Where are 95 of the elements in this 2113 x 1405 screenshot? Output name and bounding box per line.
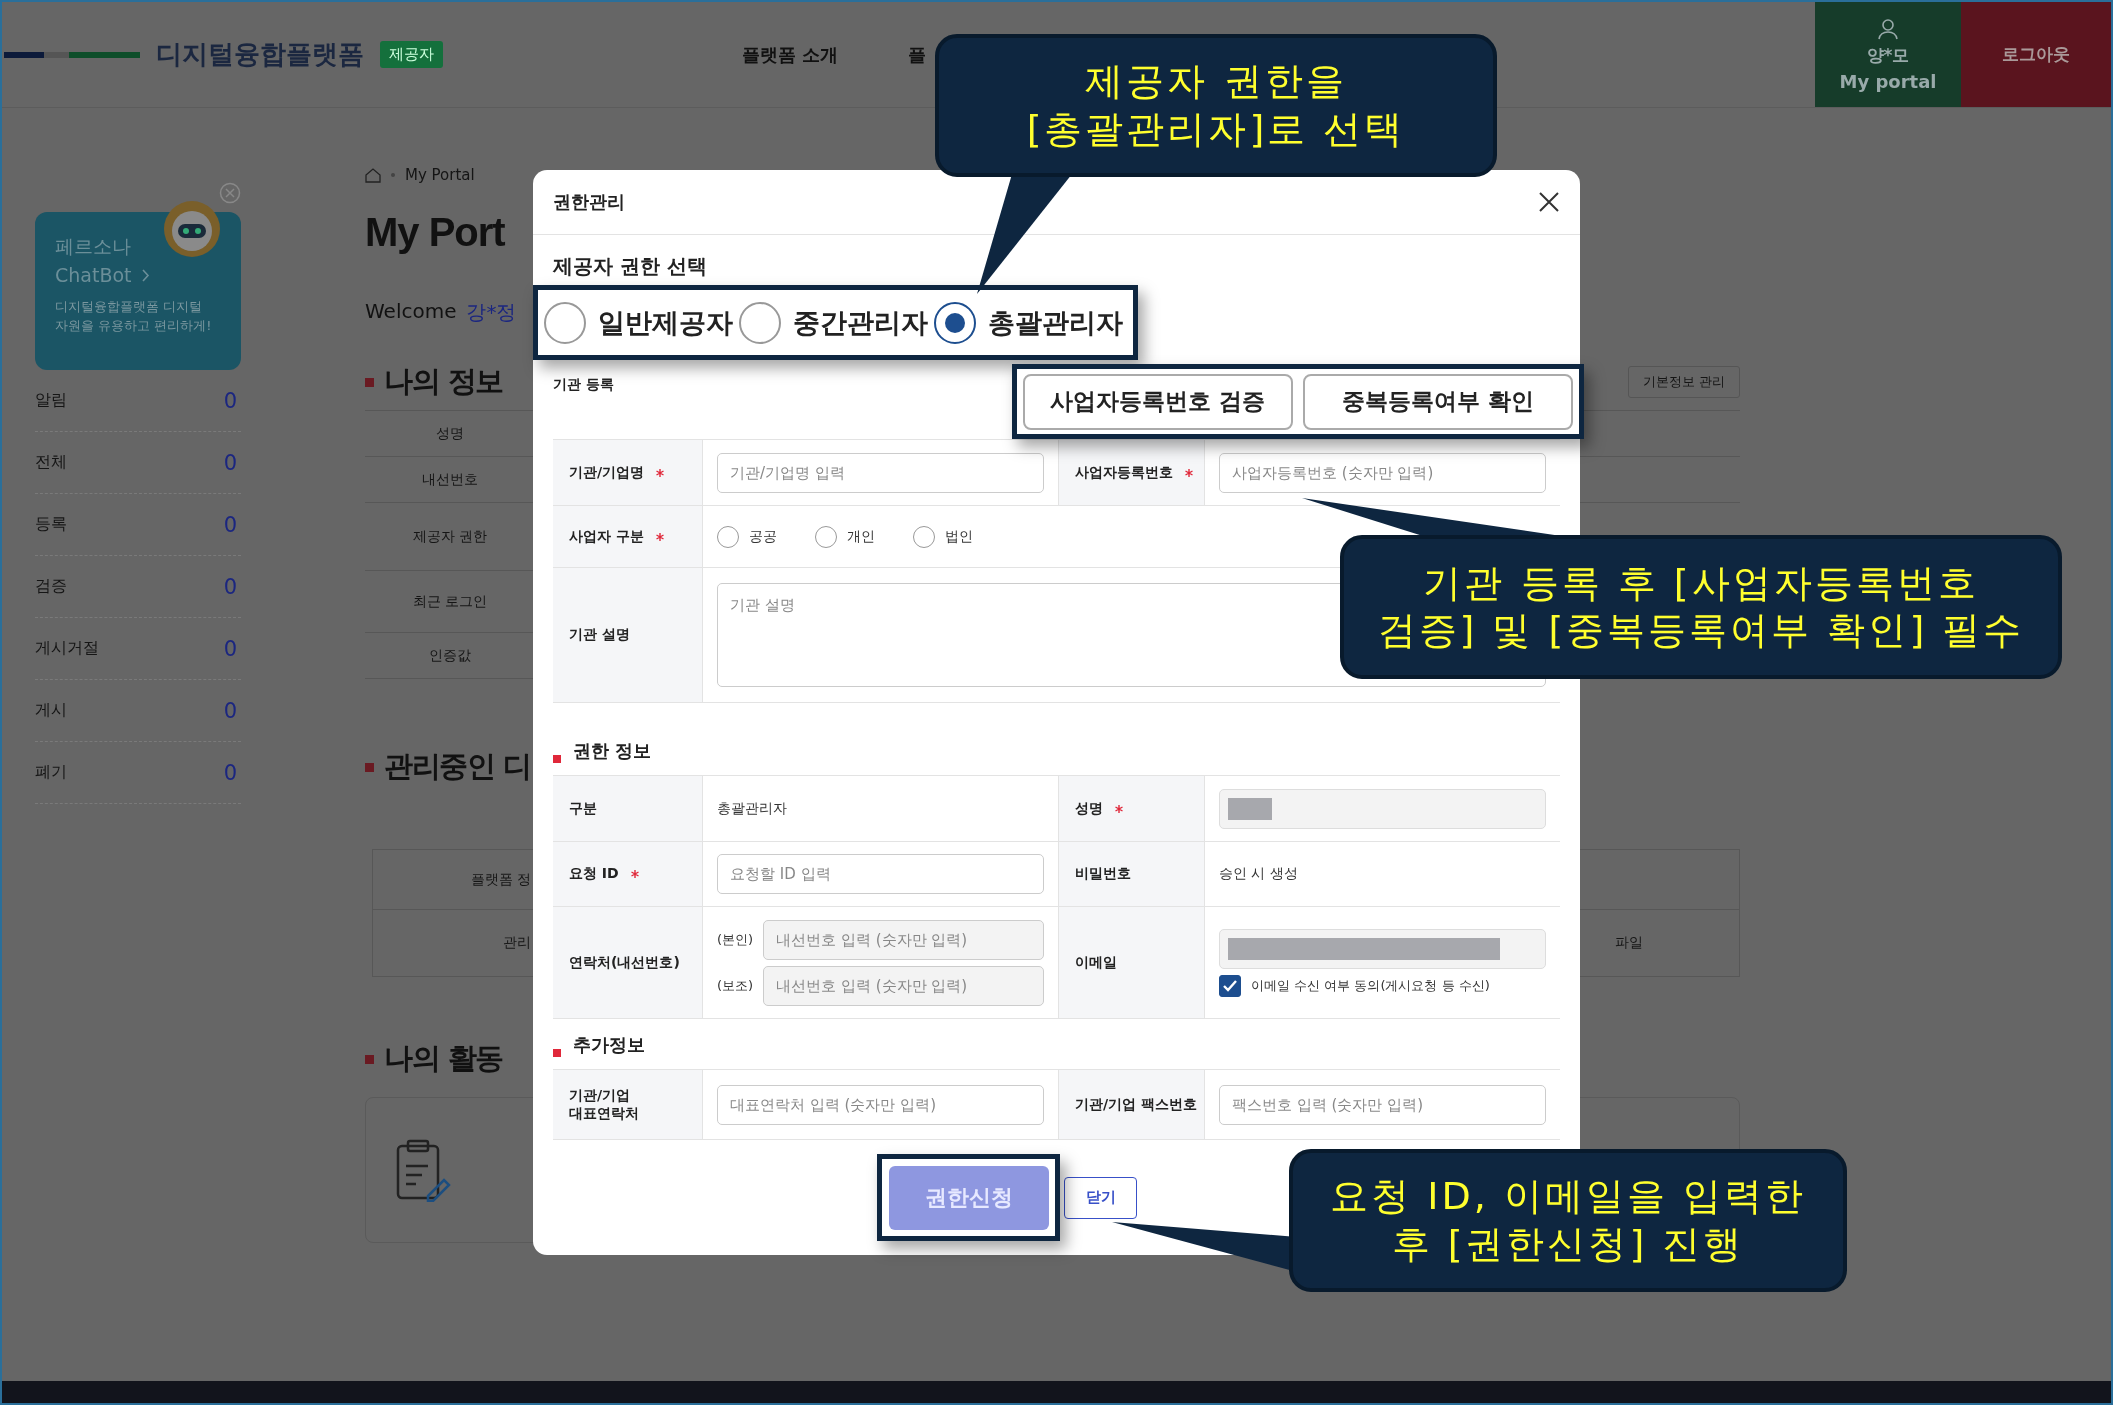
page-title: My Port [365,210,506,255]
section-title: 관리중인 디 [365,747,531,787]
required-mark-icon [656,468,665,477]
chatbot-card[interactable]: 페르소나 ChatBot 디지털융합플랫폼 디지털 자원을 유용하고 편리하게! [35,212,241,370]
section-heading: 기관 등록 [553,376,614,394]
checkbox-label: 이메일 수신 여부 동의(게시요청 등 수신) [1251,976,1490,995]
field-label: 이메일 [1058,907,1205,1018]
section-title: 나의 정보 [365,362,503,402]
field-label: 성명 [1058,776,1205,841]
field-label: 연락처(내선번호) [553,907,703,1018]
person-icon [1878,17,1898,40]
section-heading: 권한 정보 [553,703,1560,775]
column-header: 플랫폼 정 [373,850,531,910]
welcome-label: Welcome [365,299,457,325]
text-input[interactable]: 내선번호 입력 (숫자만 입력) [763,919,1044,960]
text-input[interactable]: 대표연락처 입력 (숫자만 입력) [717,1084,1044,1125]
nav-link[interactable]: 플랫폼 소개 [742,42,839,67]
role-radio[interactable]: 중간관리자 [739,301,928,344]
required-mark-icon [1115,804,1123,813]
section-heading: 추가정보 [553,1019,1560,1069]
stat-count: 0 [223,512,237,537]
section-title: 나의 활동 [365,1039,503,1079]
stat-label: 알림 [35,390,67,411]
stat-label: 폐기 [35,762,67,783]
info-label: 성명 [435,424,465,443]
nav-link[interactable]: 플 [908,42,927,67]
info-label: 제공자 권한 [411,527,489,546]
stat-count: 0 [223,450,237,475]
chatbot-name: ChatBot [55,264,132,286]
text-input[interactable]: 사업자등록번호 (숫자만 입력) [1219,452,1546,493]
stat-count: 0 [223,388,237,413]
info-label: 최근 로그인 [411,592,489,611]
basic-info-button[interactable]: 기본정보 관리 [1627,366,1740,398]
table-cell-text: 파일 [1614,933,1644,952]
required-mark-icon [1185,468,1193,477]
breadcrumb-separator [391,173,395,177]
info-label: 인증값 [428,646,472,665]
role-radio[interactable]: 일반제공자 [544,301,733,344]
stat-label: 전체 [35,452,67,473]
required-mark-icon [630,870,639,878]
logo-bar-icon [4,51,140,58]
field-value: 승인 시 생성 [1219,865,1298,883]
text-input[interactable]: 요청할 ID 입력 [717,854,1044,894]
text-input[interactable]: 팩스번호 입력 (숫자만 입력) [1219,1084,1546,1125]
verify-button[interactable]: 중복등록여부 확인 [1303,373,1573,430]
role-radio[interactable]: 총괄관리자 [934,301,1123,344]
stat-count: 0 [223,760,237,785]
text-input[interactable]: 기관/기업명 입력 [717,452,1044,493]
field-label: 기관 설명 [553,568,703,702]
callout-text: 제공자 권한을 [총괄관리자]로 선택 [1026,58,1406,153]
stat-label: 게시거절 [35,638,99,659]
stat-label: 게시 [35,700,67,721]
breadcrumb-link[interactable]: My Portal [405,166,475,184]
stat-label: 검증 [35,576,67,597]
user-menu[interactable]: 양*모 My portal [1815,2,1961,107]
close-button[interactable] [1538,191,1560,213]
home-icon[interactable] [365,167,381,183]
chatbot-description: 디지털융합플랫폼 디지털 자원을 유용하고 편리하게! [55,298,213,335]
field-label: 구분 [553,776,703,841]
field-label: 기관/기업 팩스번호 [1058,1070,1205,1139]
field-prefix: (본인) [717,930,754,949]
dialog-title: 권한관리 [553,190,625,214]
field-label: 기관/기업 대표연락처 [553,1070,703,1139]
check-icon [1223,979,1237,992]
user-name: 양*모 [1866,43,1910,67]
field-label: 사업자 구분 [553,506,703,567]
info-label: 내선번호 [421,470,479,489]
verify-button[interactable]: 사업자등록번호 검증 [1023,373,1293,430]
text-input[interactable]: 내선번호 입력 (숫자만 입력) [763,965,1044,1006]
site-logo[interactable]: 디지털융합플랫폼 [156,37,364,72]
section-heading: 제공자 권한 선택 [553,253,708,280]
radio-option[interactable]: 법인 [913,525,973,548]
field-prefix: (보조) [717,976,754,995]
field-label: 기관/기업명 [553,440,703,505]
field-label: 사업자등록번호 [1058,440,1205,505]
table-cell-text: 관리 [502,933,531,952]
stat-label: 등록 [35,514,67,535]
close-button[interactable]: 닫기 [1064,1176,1137,1219]
field-value: 총괄관리자 [717,799,787,818]
field-label: 요청 ID [553,842,703,906]
field-label: 비밀번호 [1058,842,1205,906]
role-tag: 제공자 [380,41,443,68]
user-name: 강*정 [466,299,517,326]
logout-button[interactable]: 로그아웃 [1961,2,2111,107]
chatbot-title: 페르소나 [55,234,132,259]
chevron-right-icon [141,268,150,282]
radio-option[interactable]: 개인 [815,525,875,548]
radio-option[interactable]: 공공 [717,525,777,548]
checkbox[interactable] [1219,974,1241,997]
stat-count: 0 [223,574,237,599]
stat-count: 0 [223,636,237,661]
required-mark-icon [655,532,664,541]
stat-count: 0 [223,698,237,723]
user-portal-link[interactable]: My portal [1839,70,1937,92]
callout-text: 요청 ID, 이메일을 입력한 후 [권한신청] 진행 [1330,1173,1806,1268]
